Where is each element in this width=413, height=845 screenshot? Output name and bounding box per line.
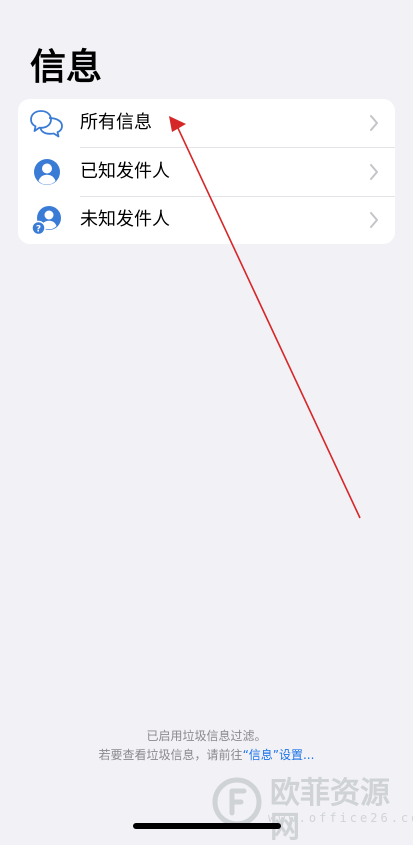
home-indicator[interactable] — [133, 823, 281, 829]
spam-settings-note: 若要查看垃圾信息，请前往“信息”设置... — [0, 746, 413, 764]
filter-all-messages[interactable]: 所有信息 — [18, 99, 395, 147]
filter-known-senders[interactable]: 已知发件人 — [18, 148, 395, 196]
chevron-right-icon — [370, 212, 378, 228]
chat-bubbles-icon — [30, 110, 63, 138]
filter-unknown-senders[interactable]: ? 未知发件人 — [18, 196, 395, 244]
chevron-right-icon — [370, 115, 378, 131]
filter-list: 所有信息 已知发件人 ? 未知发件人 — [18, 99, 395, 244]
watermark-logo-icon — [212, 777, 262, 827]
page-title: 信息 — [30, 47, 103, 88]
filter-label: 已知发件人 — [80, 161, 170, 182]
spam-settings-prefix: 若要查看垃圾信息，请前往 — [98, 748, 243, 762]
svg-text:?: ? — [36, 225, 41, 235]
spam-filter-note: 已启用垃圾信息过滤。 — [146, 729, 267, 743]
messages-settings-link[interactable]: “信息”设置... — [243, 748, 315, 762]
person-circle-icon — [34, 159, 60, 185]
unknown-person-icon: ? — [31, 206, 61, 236]
watermark-subtext: www.office26.com — [268, 811, 413, 825]
filter-label: 所有信息 — [80, 112, 152, 133]
chevron-right-icon — [370, 164, 378, 180]
filter-label: 未知发件人 — [80, 209, 170, 230]
